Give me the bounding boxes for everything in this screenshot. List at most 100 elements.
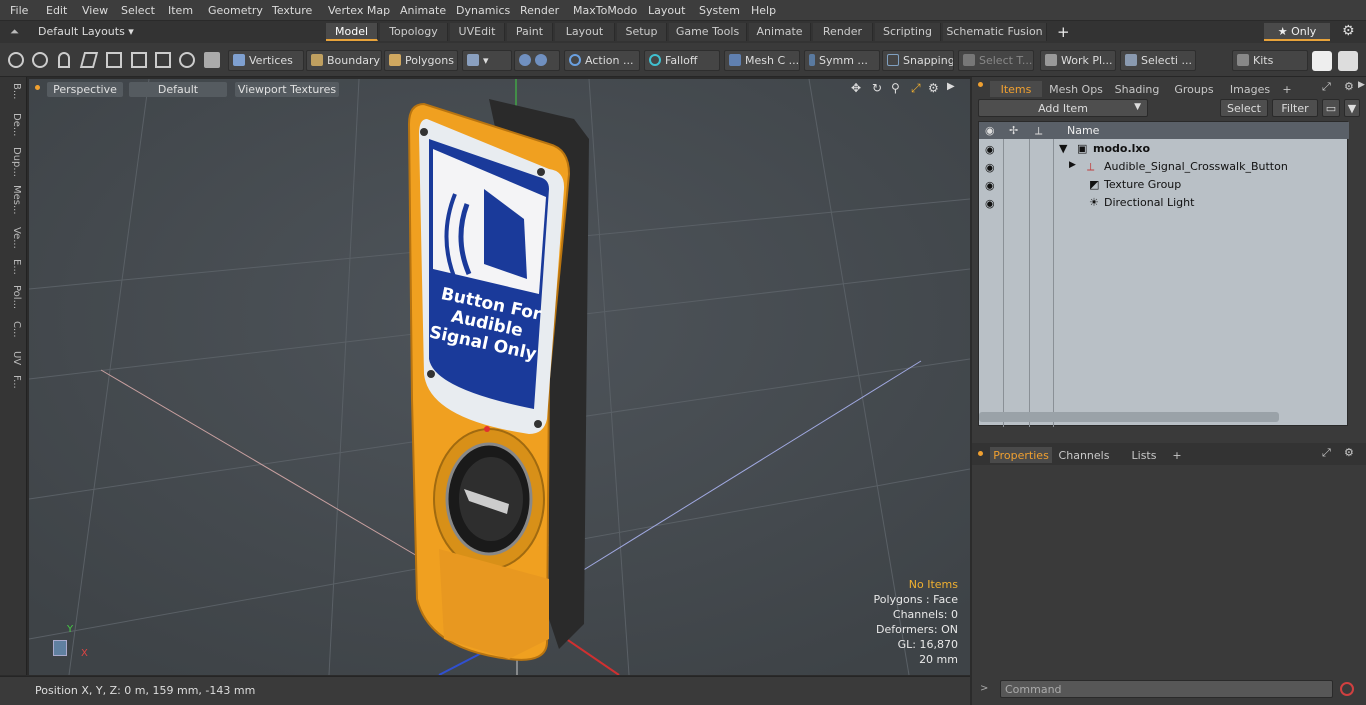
menu-system[interactable]: System [699, 4, 740, 17]
menu-render[interactable]: Render [520, 4, 559, 17]
left-tab-polygon[interactable]: Pol... [4, 285, 22, 309]
tab-game-tools[interactable]: Game Tools [669, 23, 747, 41]
crosswalk-button-model[interactable] [407, 99, 589, 661]
view-settings-icon[interactable]: ⚙ [928, 81, 939, 95]
left-tab-uv[interactable]: UV [4, 351, 22, 365]
tab-paint[interactable]: Paint [507, 23, 553, 41]
tab-channels[interactable]: Channels [1056, 447, 1112, 463]
globe-icon[interactable] [32, 52, 48, 68]
menu-dynamics[interactable]: Dynamics [456, 4, 510, 17]
box-icon[interactable] [155, 52, 171, 68]
menu-vertex-map[interactable]: Vertex Map [328, 4, 390, 17]
boundary-button[interactable]: Boundary [306, 50, 382, 71]
tab-items[interactable]: Items [990, 81, 1042, 97]
tab-images[interactable]: Images [1224, 81, 1276, 97]
menu-texture[interactable]: Texture [272, 4, 312, 17]
gear-icon[interactable]: ⚙ [1342, 23, 1355, 39]
menu-file[interactable]: File [10, 4, 28, 17]
left-tab-fusion[interactable]: F... [4, 375, 22, 389]
expand-arrow-icon[interactable]: ▶ [1069, 160, 1076, 170]
view-perspective-button[interactable]: Perspective [47, 82, 123, 97]
tab-mesh-ops[interactable]: Mesh Ops [1046, 81, 1106, 97]
eye-icon[interactable]: ◉ [985, 161, 997, 174]
zoom-view-icon[interactable]: ⚲ [891, 81, 900, 95]
cube-icon[interactable] [204, 52, 220, 68]
left-tab-duplicate[interactable]: Dup... [4, 147, 22, 177]
layout-selector[interactable]: Default Layouts ▾ [38, 25, 134, 38]
left-tab-vertex[interactable]: Ve... [4, 227, 22, 249]
mesh-constraint-button[interactable]: Mesh C ... [724, 50, 800, 71]
menu-view[interactable]: View [82, 4, 108, 17]
name-column-header[interactable]: Name [1067, 124, 1099, 137]
3d-viewport[interactable]: Button For Audible Signal Only Perspecti… [29, 79, 970, 675]
add-tab-button[interactable]: + [1057, 23, 1070, 41]
polygons-button[interactable]: Polygons [384, 50, 458, 71]
funnel-icon[interactable]: ▼ [1344, 99, 1360, 117]
item-row-scene[interactable]: ◉ ▼ ▣ modo.lxo [979, 140, 1349, 158]
left-tab-edge[interactable]: E... [4, 259, 22, 275]
tab-render[interactable]: Render [813, 23, 873, 41]
item-row-light[interactable]: ◉ ☀ Directional Light [979, 194, 1349, 212]
type-column-icon[interactable]: ⟂ [1035, 124, 1042, 138]
tab-groups[interactable]: Groups [1168, 81, 1220, 97]
tab-scripting[interactable]: Scripting [875, 23, 941, 41]
left-tab-curve[interactable]: C... [4, 321, 22, 338]
panel-expand-icon[interactable]: ⤢ [1322, 80, 1331, 94]
vertices-button[interactable]: Vertices [228, 50, 304, 71]
unreal-icon[interactable] [1338, 51, 1358, 71]
item-row-mesh[interactable]: ◉ ▶ ⟂ Audible_Signal_Crosswalk_Button [979, 158, 1349, 176]
lock-column-icon[interactable]: ✢ [1009, 124, 1018, 137]
pen-icon[interactable] [58, 52, 70, 68]
symmetry-icons[interactable] [514, 50, 560, 71]
tab-shading[interactable]: Shading [1110, 81, 1164, 97]
eye-icon[interactable]: ◉ [985, 179, 997, 192]
element-icon[interactable] [106, 52, 122, 68]
eye-icon[interactable]: ◉ [985, 143, 997, 156]
work-plane-button[interactable]: Work Pl... [1040, 50, 1116, 71]
fit-view-icon[interactable]: ⤢ [911, 81, 921, 96]
left-tab-mesh-edit[interactable]: Mes... [4, 185, 22, 215]
select-button[interactable]: Select [1220, 99, 1268, 117]
action-center-button[interactable]: Action ... [564, 50, 640, 71]
menu-geometry[interactable]: Geometry [208, 4, 263, 17]
menu-edit[interactable]: Edit [46, 4, 67, 17]
properties-gear-icon[interactable]: ⚙ [1344, 446, 1354, 459]
tab-layout[interactable]: Layout [555, 23, 615, 41]
menu-layout[interactable]: Layout [648, 4, 685, 17]
move-view-icon[interactable]: ✥ [851, 81, 861, 95]
add-properties-tab-button[interactable]: + [1170, 447, 1184, 463]
pie-icon[interactable] [179, 52, 195, 68]
panel-menu-icon[interactable]: ▶ [1358, 80, 1365, 90]
visibility-column-icon[interactable]: ◉ [985, 124, 995, 137]
left-tab-deform[interactable]: De... [4, 113, 22, 136]
eye-icon[interactable]: ◉ [985, 197, 997, 210]
transform-icon[interactable] [131, 52, 147, 68]
menu-item[interactable]: Item [168, 4, 193, 17]
view-menu-arrow-icon[interactable]: ▶ [947, 81, 955, 92]
add-item-button[interactable]: Add Item ▼ [978, 99, 1148, 117]
tab-setup[interactable]: Setup [617, 23, 667, 41]
view-style-button[interactable]: Default [129, 82, 227, 97]
command-input[interactable]: Command [1000, 680, 1333, 698]
layout-pin-icon[interactable]: ⏶ [10, 25, 19, 39]
left-tab-basic[interactable]: B... [4, 83, 22, 99]
brush-icon[interactable] [79, 52, 99, 68]
unity-icon[interactable] [1312, 51, 1332, 71]
tab-properties[interactable]: Properties [990, 447, 1052, 463]
viewport-textures-button[interactable]: Viewport Textures [235, 82, 339, 97]
falloff-button[interactable]: Falloff [644, 50, 720, 71]
menu-animate[interactable]: Animate [400, 4, 446, 17]
tab-schematic-fusion[interactable]: Schematic Fusion [943, 23, 1047, 41]
symmetry-button[interactable]: Symm ... [804, 50, 880, 71]
tab-uvedit[interactable]: UVEdit [450, 23, 505, 41]
material-dropdown[interactable]: ▾ [462, 50, 512, 71]
item-list-scrollbar[interactable] [979, 412, 1279, 422]
menu-help[interactable]: Help [751, 4, 776, 17]
tab-topology[interactable]: Topology [380, 23, 448, 41]
snapping-button[interactable]: Snapping [882, 50, 954, 71]
expand-arrow-icon[interactable]: ▼ [1059, 142, 1067, 155]
record-macro-icon[interactable] [1340, 682, 1354, 696]
panel-gear-icon[interactable]: ⚙ [1344, 80, 1354, 93]
selection-sets-button[interactable]: Selecti ... [1120, 50, 1196, 71]
tab-animate[interactable]: Animate [749, 23, 811, 41]
